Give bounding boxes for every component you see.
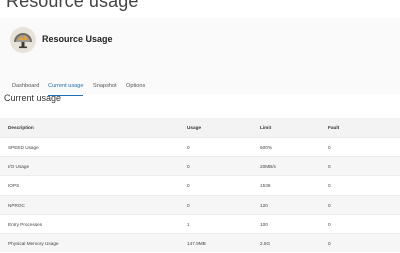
cell-fault: 0 [328, 145, 331, 150]
cell-usage: 0 [187, 202, 190, 208]
section-title: Current usage [4, 93, 62, 103]
column-header-fault[interactable]: Fault [328, 118, 339, 137]
cell-description: Entry Processes [8, 221, 43, 227]
column-header-limit[interactable]: Limit [260, 118, 271, 137]
page-title: Resource usage [6, 0, 139, 11]
app-name: Resource Usage [42, 34, 113, 44]
resource-usage-logo-icon [10, 27, 36, 53]
cell-usage: 1 [187, 221, 190, 227]
cell-description: Physical Memory Usage [8, 240, 59, 246]
usage-table: Description Usage Limit Fault SPEED Usag… [0, 118, 400, 253]
cell-limit: 1536 [260, 183, 271, 189]
cell-limit: 120 [260, 202, 268, 208]
cell-description: NPROC [8, 202, 25, 208]
cell-fault: 0 [328, 240, 331, 246]
cell-limit: 600% [260, 145, 272, 150]
table-header-row: Description Usage Limit Fault [0, 118, 400, 137]
table-row: NPROC 0 120 0 [0, 194, 400, 214]
column-header-usage[interactable]: Usage [187, 118, 201, 137]
plugin-header: Dashboard Current usage Snapshot Options [0, 18, 400, 96]
column-header-description[interactable]: Description [8, 118, 34, 137]
table-row: SPEED Usage 0 600% 0 [0, 137, 400, 156]
cell-limit: 20MB/s [260, 164, 276, 170]
cell-limit: 2.5G [260, 240, 271, 246]
tab-options[interactable]: Options [126, 80, 145, 96]
table-row: Entry Processes 1 100 0 [0, 213, 400, 233]
table-row: IOPS 0 1536 0 [0, 175, 400, 194]
cell-limit: 100 [260, 221, 268, 227]
table-row: I/O Usage 0 20MB/s 0 [0, 156, 400, 176]
cell-fault: 0 [328, 164, 331, 170]
cell-usage: 147.9MB [187, 240, 206, 246]
cell-usage: 0 [187, 164, 190, 170]
cell-fault: 0 [328, 202, 331, 208]
cell-usage: 0 [187, 183, 190, 189]
cell-fault: 0 [328, 221, 331, 227]
cell-usage: 0 [187, 145, 190, 150]
cell-fault: 0 [328, 183, 331, 189]
cell-description: IOPS [8, 183, 20, 189]
cell-description: SPEED Usage [8, 145, 39, 150]
tab-snapshot[interactable]: Snapshot [93, 80, 117, 96]
cell-description: I/O Usage [8, 164, 30, 170]
table-row: Physical Memory Usage 147.9MB 2.5G 0 [0, 232, 400, 253]
